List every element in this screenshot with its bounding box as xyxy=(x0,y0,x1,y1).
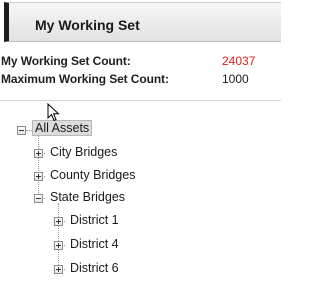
expand-icon[interactable] xyxy=(54,217,63,226)
panel-title: My Working Set xyxy=(35,17,140,33)
working-set-count-label: My Working Set Count: xyxy=(1,54,131,68)
max-working-set-count-row: Maximum Working Set Count: 1000 xyxy=(0,72,281,90)
max-working-set-count-value: 1000 xyxy=(222,72,249,86)
expand-icon[interactable] xyxy=(54,241,63,250)
expand-icon[interactable] xyxy=(34,172,43,181)
panel-header: My Working Set xyxy=(4,2,281,42)
tree-connector xyxy=(38,131,39,195)
tree-node-label[interactable]: District 6 xyxy=(70,261,119,275)
expand-icon[interactable] xyxy=(54,265,63,274)
max-working-set-count-label: Maximum Working Set Count: xyxy=(1,72,169,86)
collapse-icon[interactable] xyxy=(17,126,26,135)
divider xyxy=(0,100,281,101)
tree-node-label[interactable]: County Bridges xyxy=(50,168,135,182)
working-set-count-row: My Working Set Count: 24037 xyxy=(0,54,281,72)
tree-node-label[interactable]: State Bridges xyxy=(50,190,125,204)
tree-connector xyxy=(58,203,59,269)
tree-node-label[interactable]: All Assets xyxy=(32,120,93,136)
mouse-pointer-icon xyxy=(47,103,60,122)
collapse-icon[interactable] xyxy=(34,194,43,203)
tree-node-label[interactable]: District 1 xyxy=(70,213,119,227)
tree-node-label[interactable]: City Bridges xyxy=(50,145,117,159)
tree-node-label[interactable]: District 4 xyxy=(70,237,119,251)
expand-icon[interactable] xyxy=(34,149,43,158)
working-set-count-value: 24037 xyxy=(222,54,256,68)
